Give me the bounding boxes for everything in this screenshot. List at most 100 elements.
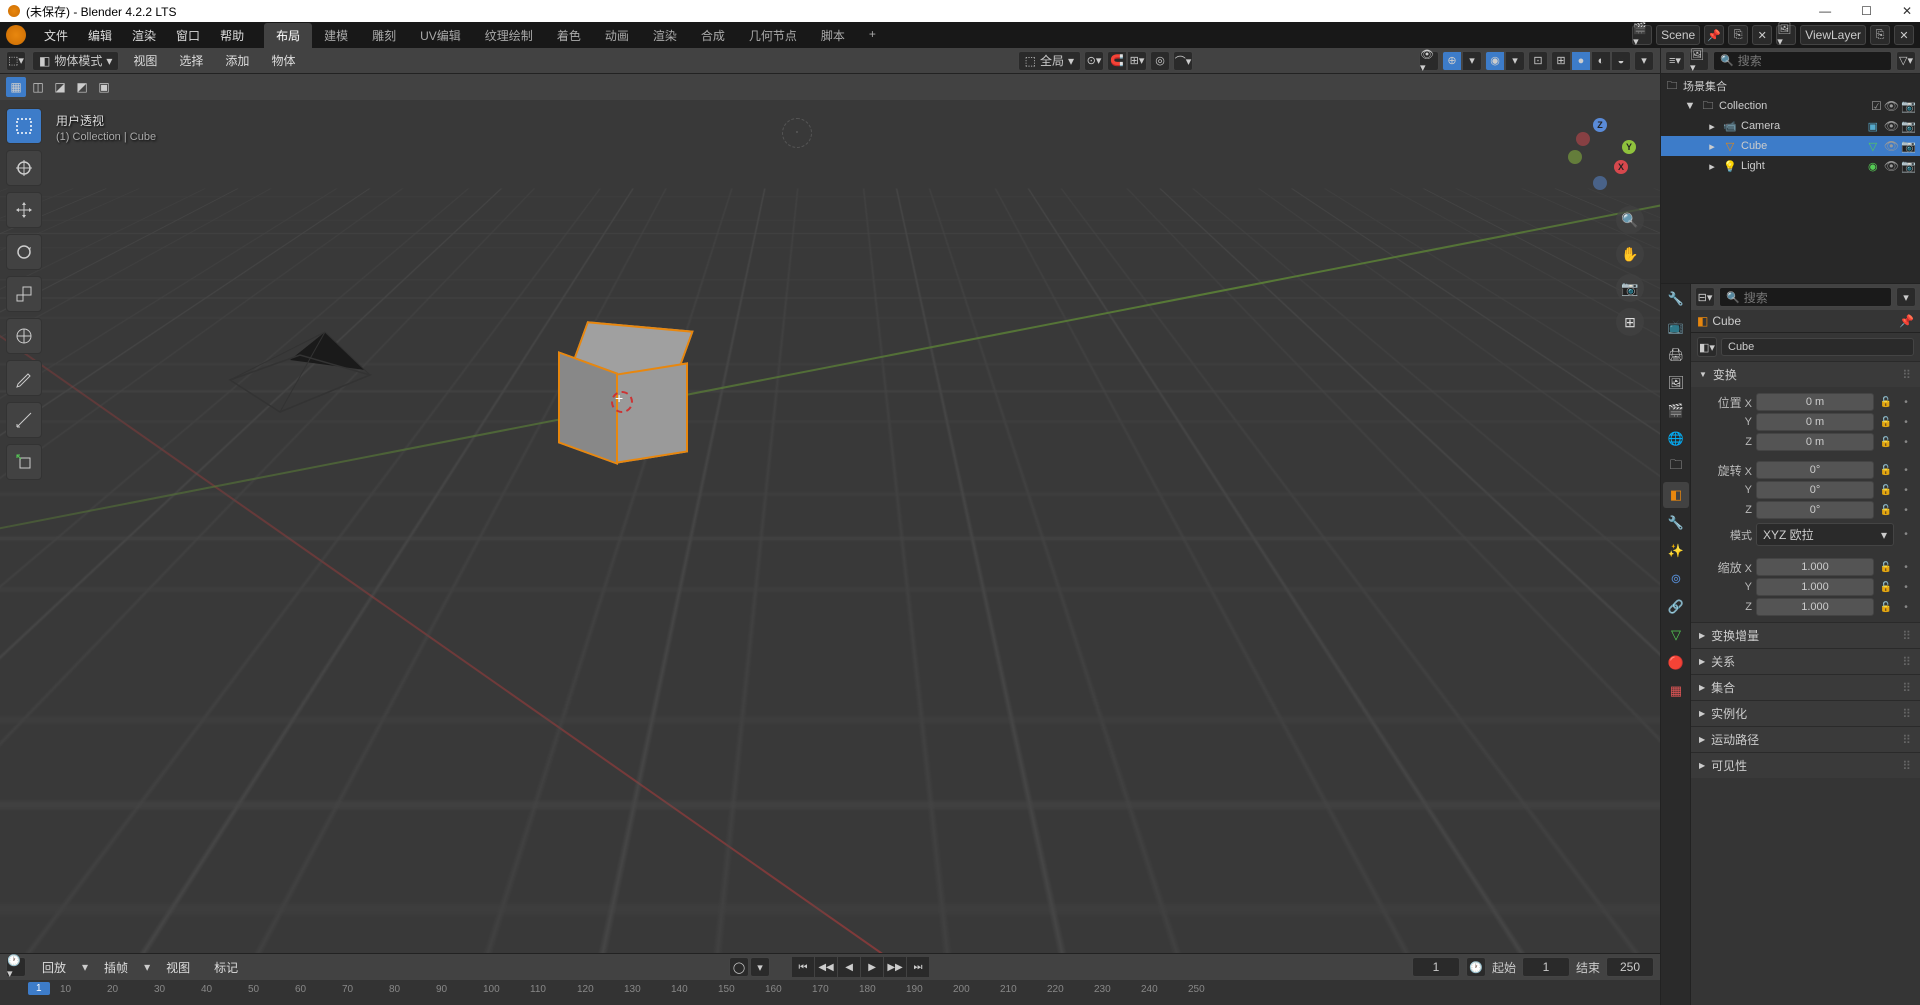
snap-toggle[interactable]: 🧲 <box>1107 51 1127 71</box>
autokey-options[interactable]: ▾ <box>750 957 770 977</box>
tab-modeling[interactable]: 建模 <box>312 23 360 48</box>
render-icon[interactable]: 📷 <box>1901 99 1916 113</box>
outliner-type-button[interactable]: ≡▾ <box>1665 51 1685 71</box>
scene-new-button[interactable]: ⎘ <box>1728 25 1748 45</box>
proportional-falloff[interactable]: ⌒▾ <box>1173 51 1193 71</box>
tab-texpaint[interactable]: 纹理绘制 <box>473 23 545 48</box>
current-frame-field[interactable]: 1 <box>1412 957 1460 977</box>
gizmo-options[interactable]: ▾ <box>1462 51 1482 71</box>
tab-anim[interactable]: 动画 <box>593 23 641 48</box>
camera-view-button[interactable]: 📷 <box>1616 274 1644 302</box>
playhead[interactable]: 1 <box>28 982 50 995</box>
vp-menu-view[interactable]: 视图 <box>125 48 165 73</box>
lock-icon[interactable]: 🔓 <box>1878 602 1894 613</box>
instancing-header[interactable]: 实例化⠿ <box>1691 701 1920 726</box>
blender-icon[interactable] <box>6 25 26 45</box>
select-box[interactable]: ◫ <box>28 77 48 97</box>
tab-physics[interactable]: ⊚ <box>1663 566 1689 592</box>
tab-texture[interactable]: ▦ <box>1663 678 1689 704</box>
scale-y-field[interactable]: 1.000 <box>1756 578 1874 596</box>
tool-rotate[interactable] <box>6 234 42 270</box>
overlay-toggle[interactable]: ◉ <box>1485 51 1505 71</box>
tree-item-light[interactable]: ▸ 💡 Light ◉ 👁📷 <box>1661 156 1920 176</box>
select-invert[interactable]: ▣ <box>94 77 114 97</box>
tab-particles[interactable]: ✨ <box>1663 538 1689 564</box>
transform-panel-header[interactable]: 变换⠿ <box>1691 362 1920 387</box>
tab-collection[interactable]: 🗀 <box>1663 454 1689 480</box>
orientation-selector[interactable]: ⬚全局▾ <box>1018 51 1081 71</box>
timeline-ruler[interactable]: 1 10203040506070809010011012013014015016… <box>0 980 1660 1005</box>
play-button[interactable]: ▶ <box>861 957 883 977</box>
viewlayer-name-field[interactable]: ViewLayer <box>1800 25 1866 45</box>
rot-z-field[interactable]: 0° <box>1756 501 1874 519</box>
properties-search[interactable]: 🔍搜索 <box>1719 287 1892 307</box>
menu-window[interactable]: 窗口 <box>166 23 210 48</box>
visibility-header[interactable]: 可见性⠿ <box>1691 753 1920 778</box>
navigation-gizmo[interactable]: ZYX <box>1564 118 1636 190</box>
lock-icon[interactable]: 🔓 <box>1878 417 1894 428</box>
eye-icon[interactable]: 👁 <box>1884 159 1899 173</box>
tool-select-box[interactable] <box>6 108 42 144</box>
tool-measure[interactable] <box>6 402 42 438</box>
tl-menu-keying[interactable]: 插帧 <box>96 955 136 980</box>
outliner-search[interactable]: 🔍搜索 <box>1713 51 1892 71</box>
lock-icon[interactable]: 🔓 <box>1878 505 1894 516</box>
jump-next-keyframe[interactable]: ▶▶ <box>884 957 906 977</box>
select-circle[interactable]: ◪ <box>50 77 70 97</box>
shading-material[interactable]: ◐ <box>1591 51 1611 71</box>
end-frame-field[interactable]: 250 <box>1606 957 1654 977</box>
vp-menu-object[interactable]: 物体 <box>263 48 303 73</box>
loc-y-field[interactable]: 0 m <box>1756 413 1874 431</box>
tab-scene[interactable]: 🎬 <box>1663 398 1689 424</box>
scale-z-field[interactable]: 1.000 <box>1756 598 1874 616</box>
tab-layout[interactable]: 布局 <box>264 23 312 48</box>
minimize-button[interactable]: — <box>1819 4 1831 18</box>
lock-icon[interactable]: 🔓 <box>1878 465 1894 476</box>
tab-shading[interactable]: 着色 <box>545 23 593 48</box>
visibility-button[interactable]: 👁▾ <box>1419 51 1439 71</box>
maximize-button[interactable]: ☐ <box>1861 4 1872 18</box>
jump-first-button[interactable]: ⏮ <box>792 957 814 977</box>
scale-x-field[interactable]: 1.000 <box>1756 558 1874 576</box>
outliner-displaymode[interactable]: 🖼▾ <box>1689 51 1709 71</box>
object-name-field[interactable]: Cube <box>1721 338 1914 356</box>
menu-file[interactable]: 文件 <box>34 23 78 48</box>
tab-tool[interactable]: 🔧 <box>1663 286 1689 312</box>
tree-item-camera[interactable]: ▸ 📹 Camera ▣ 👁📷 <box>1661 116 1920 136</box>
eye-icon[interactable]: 👁 <box>1884 119 1899 133</box>
shading-solid[interactable]: ● <box>1571 51 1591 71</box>
viewlayer-delete-button[interactable]: ✕ <box>1894 25 1914 45</box>
select-lasso[interactable]: ◩ <box>72 77 92 97</box>
gizmo-toggle[interactable]: ⊕ <box>1442 51 1462 71</box>
tree-root[interactable]: 🗀 场景集合 <box>1661 76 1920 96</box>
jump-prev-keyframe[interactable]: ◀◀ <box>815 957 837 977</box>
delta-transform-header[interactable]: 变换增量⠿ <box>1691 623 1920 648</box>
tab-object[interactable]: ◧ <box>1663 482 1689 508</box>
tab-modifiers[interactable]: 🔧 <box>1663 510 1689 536</box>
chevron-down-icon[interactable]: ▼ <box>1683 99 1697 113</box>
close-button[interactable]: ✕ <box>1902 4 1912 18</box>
render-icon[interactable]: 📷 <box>1901 159 1916 173</box>
viewlayer-new-button[interactable]: ⎘ <box>1870 25 1890 45</box>
lock-icon[interactable]: 🔓 <box>1878 582 1894 593</box>
editor-type-button[interactable]: ⬚▾ <box>6 51 26 71</box>
datablock-browse[interactable]: ◧▾ <box>1697 337 1717 357</box>
render-icon[interactable]: 📷 <box>1901 119 1916 133</box>
expand-icon[interactable]: ▸ <box>1705 119 1719 133</box>
tool-add-cube[interactable] <box>6 444 42 480</box>
checkbox-icon[interactable]: ☑ <box>1871 99 1882 113</box>
outliner-tree[interactable]: 🗀 场景集合 ▼ 🗀 Collection ☑👁📷 ▸ 📹 Camera ▣ <box>1661 74 1920 283</box>
scene-delete-button[interactable]: ✕ <box>1752 25 1772 45</box>
vp-menu-add[interactable]: 添加 <box>217 48 257 73</box>
tab-compositing[interactable]: 合成 <box>689 23 737 48</box>
pin-icon[interactable]: 📌 <box>1899 314 1914 328</box>
lock-icon[interactable]: 🔓 <box>1878 397 1894 408</box>
play-reverse-button[interactable]: ◀ <box>838 957 860 977</box>
drag-handle-icon[interactable]: ⠿ <box>1902 368 1912 382</box>
tree-collection[interactable]: ▼ 🗀 Collection ☑👁📷 <box>1661 96 1920 116</box>
tab-sculpt[interactable]: 雕刻 <box>360 23 408 48</box>
tab-viewlayer[interactable]: 🖼 <box>1663 370 1689 396</box>
tab-world[interactable]: 🌐 <box>1663 426 1689 452</box>
timeline-editor-type[interactable]: 🕐▾ <box>6 957 26 977</box>
tab-add[interactable]: + <box>857 23 888 48</box>
